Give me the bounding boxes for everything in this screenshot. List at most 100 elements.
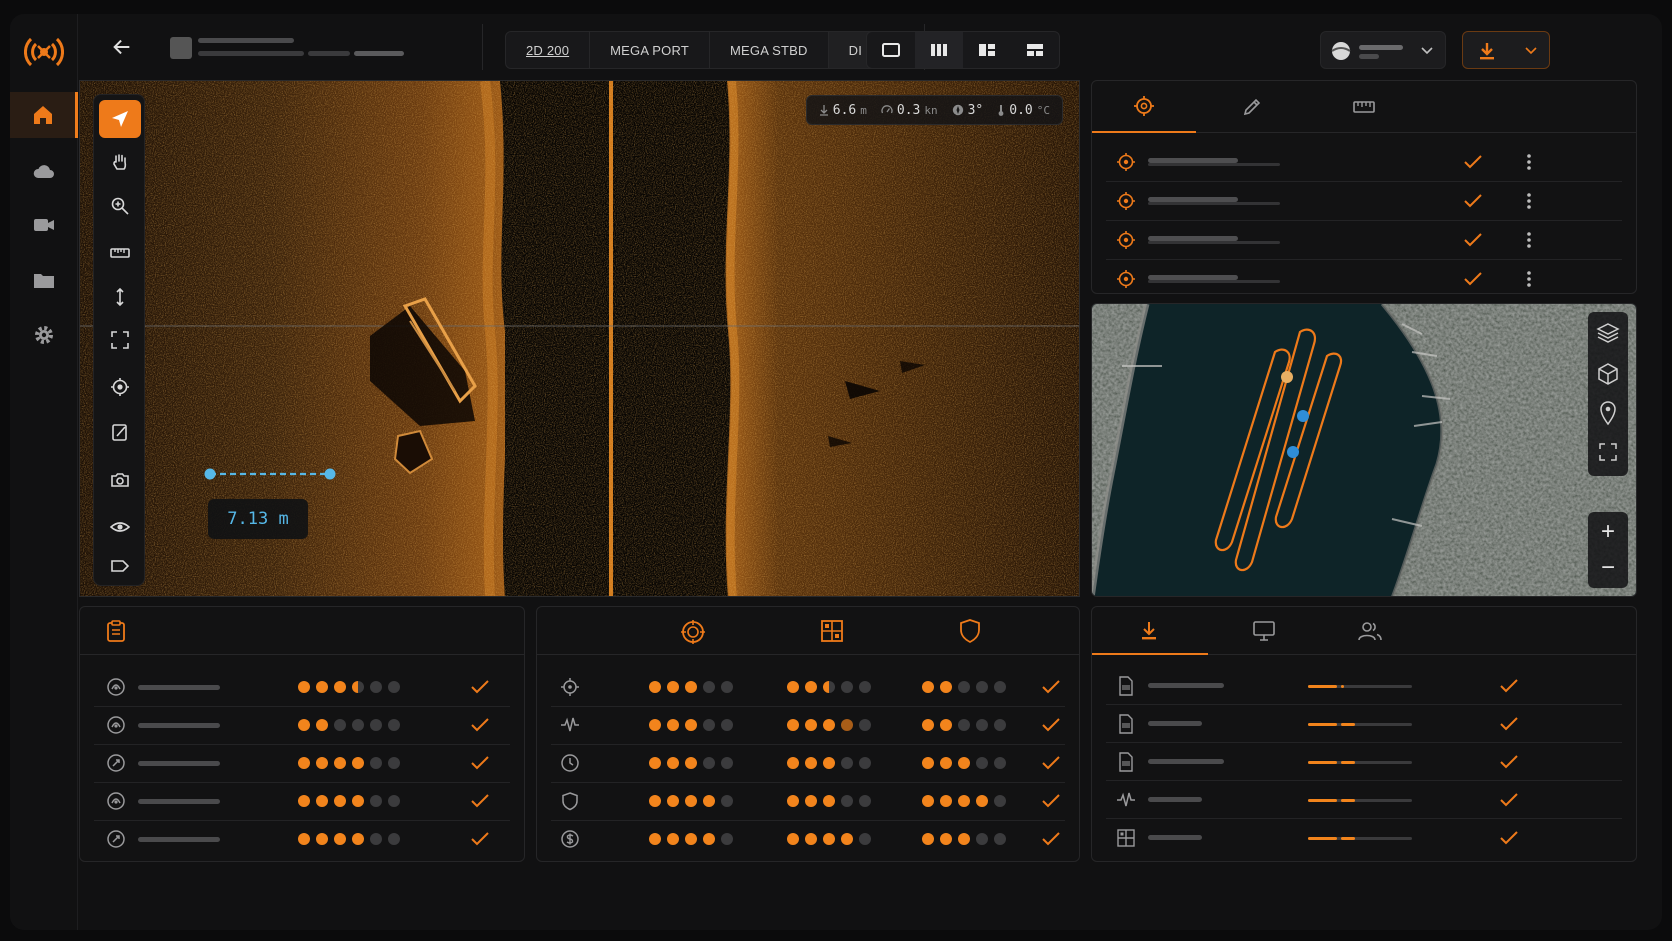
target-tool[interactable] bbox=[99, 368, 141, 406]
layout-single[interactable] bbox=[867, 32, 915, 68]
tag-tool[interactable] bbox=[99, 547, 141, 585]
zoom-in-button[interactable]: + bbox=[1588, 516, 1628, 548]
export-row[interactable] bbox=[1092, 781, 1636, 819]
camera-icon bbox=[111, 473, 129, 487]
download-menu[interactable] bbox=[1462, 31, 1550, 69]
tab-targets[interactable] bbox=[1092, 81, 1196, 133]
layers-icon[interactable] bbox=[1596, 323, 1620, 343]
nav-settings[interactable] bbox=[10, 312, 78, 358]
target-row[interactable] bbox=[1092, 221, 1636, 259]
more-options-icon[interactable] bbox=[1527, 192, 1531, 210]
metric-row[interactable] bbox=[537, 783, 1079, 821]
check-icon bbox=[1464, 272, 1482, 286]
rating-dot bbox=[994, 719, 1006, 731]
user-menu[interactable] bbox=[1320, 31, 1446, 69]
rating-dot bbox=[685, 719, 697, 731]
ruler-tool[interactable] bbox=[99, 234, 141, 272]
metric-rating-targets bbox=[649, 757, 733, 769]
vertical-measure-tool[interactable] bbox=[99, 278, 141, 316]
rating-dot bbox=[859, 719, 871, 731]
tab-display[interactable] bbox=[1208, 607, 1320, 655]
rating-dot bbox=[841, 757, 853, 769]
nav-files[interactable] bbox=[10, 257, 78, 303]
rating-dot bbox=[787, 795, 799, 807]
progress-fill bbox=[1341, 837, 1355, 840]
layout-selector bbox=[866, 31, 1060, 69]
more-options-icon[interactable] bbox=[1527, 153, 1531, 171]
layout-three-column[interactable] bbox=[915, 32, 963, 68]
exports-tabs bbox=[1092, 607, 1636, 655]
shield-icon bbox=[560, 791, 580, 811]
rating-dot bbox=[958, 833, 970, 845]
rating-dot bbox=[388, 681, 400, 693]
progress-fill bbox=[1341, 685, 1344, 688]
rating-dot bbox=[388, 833, 400, 845]
tab-annotations[interactable] bbox=[1196, 81, 1308, 133]
channel-mega-port[interactable]: MEGA PORT bbox=[590, 32, 710, 68]
quality-row[interactable] bbox=[80, 745, 524, 783]
target-row[interactable] bbox=[1092, 182, 1636, 220]
more-options-icon[interactable] bbox=[1527, 270, 1531, 288]
metric-row[interactable] bbox=[537, 745, 1079, 783]
more-options-icon[interactable] bbox=[1527, 231, 1531, 249]
channel-mega-stbd[interactable]: MEGA STBD bbox=[710, 32, 829, 68]
channel-2d-200[interactable]: 2D 200 bbox=[506, 32, 591, 68]
back-button[interactable] bbox=[108, 33, 136, 61]
map-view[interactable]: + − bbox=[1091, 303, 1637, 597]
metric-row[interactable] bbox=[537, 707, 1079, 745]
export-row[interactable] bbox=[1092, 705, 1636, 743]
download-icon bbox=[1142, 622, 1156, 640]
sonar-view[interactable]: 7.13 m 6.6 m 0.3 kn 3° 0.0 °C bbox=[79, 80, 1080, 597]
quality-row[interactable] bbox=[80, 783, 524, 821]
map-control-icons bbox=[1596, 323, 1620, 461]
layout-split[interactable] bbox=[963, 32, 1011, 68]
pan-tool[interactable] bbox=[99, 143, 141, 181]
split-view-icon bbox=[979, 44, 995, 56]
tab-users[interactable] bbox=[1320, 607, 1420, 655]
session-meta-placeholder bbox=[308, 51, 350, 56]
visibility-tool[interactable] bbox=[99, 508, 141, 546]
quality-row[interactable] bbox=[80, 821, 524, 859]
target-row[interactable] bbox=[1092, 143, 1636, 181]
speedometer-icon bbox=[881, 105, 893, 114]
quality-row[interactable] bbox=[80, 707, 524, 745]
rating-dot bbox=[841, 833, 853, 845]
annotate-tool[interactable] bbox=[99, 413, 141, 451]
check-icon bbox=[471, 832, 489, 846]
quality-panel bbox=[79, 606, 525, 862]
target-row[interactable] bbox=[1092, 260, 1636, 298]
zoom-out-button[interactable]: − bbox=[1588, 552, 1628, 584]
export-row[interactable] bbox=[1092, 667, 1636, 705]
targets-panel bbox=[1091, 80, 1637, 294]
fullscreen-icon[interactable] bbox=[1599, 443, 1617, 461]
cube-icon[interactable] bbox=[1598, 363, 1618, 385]
zoom-tool[interactable] bbox=[99, 187, 141, 225]
chevron-down-icon bbox=[1421, 47, 1433, 55]
tab-downloads[interactable] bbox=[1092, 607, 1208, 655]
export-row[interactable] bbox=[1092, 819, 1636, 857]
grid-icon[interactable] bbox=[820, 619, 844, 643]
quality-rating bbox=[298, 757, 400, 769]
fit-tool[interactable] bbox=[99, 321, 141, 359]
target-icon[interactable] bbox=[680, 619, 706, 645]
nav-cloud[interactable] bbox=[10, 148, 78, 194]
nav-video[interactable] bbox=[10, 202, 78, 248]
nav-home[interactable] bbox=[10, 92, 78, 138]
quality-row[interactable] bbox=[80, 669, 524, 707]
metric-row[interactable] bbox=[537, 821, 1079, 859]
rating-dot bbox=[958, 681, 970, 693]
rating-dot bbox=[352, 795, 364, 807]
metric-rating-grid bbox=[787, 795, 871, 807]
layout-grid[interactable] bbox=[1011, 32, 1059, 68]
navigate-tool[interactable] bbox=[99, 100, 141, 138]
export-row[interactable] bbox=[1092, 743, 1636, 781]
rating-dot bbox=[649, 681, 661, 693]
snapshot-tool[interactable] bbox=[99, 461, 141, 499]
rating-dot bbox=[388, 757, 400, 769]
tab-measurements[interactable] bbox=[1308, 81, 1420, 133]
progress-fill bbox=[1308, 799, 1337, 802]
pin-icon[interactable] bbox=[1600, 401, 1616, 426]
shield-icon[interactable] bbox=[959, 618, 981, 644]
measurement-label: 7.13 m bbox=[208, 499, 308, 539]
metric-row[interactable] bbox=[537, 669, 1079, 707]
